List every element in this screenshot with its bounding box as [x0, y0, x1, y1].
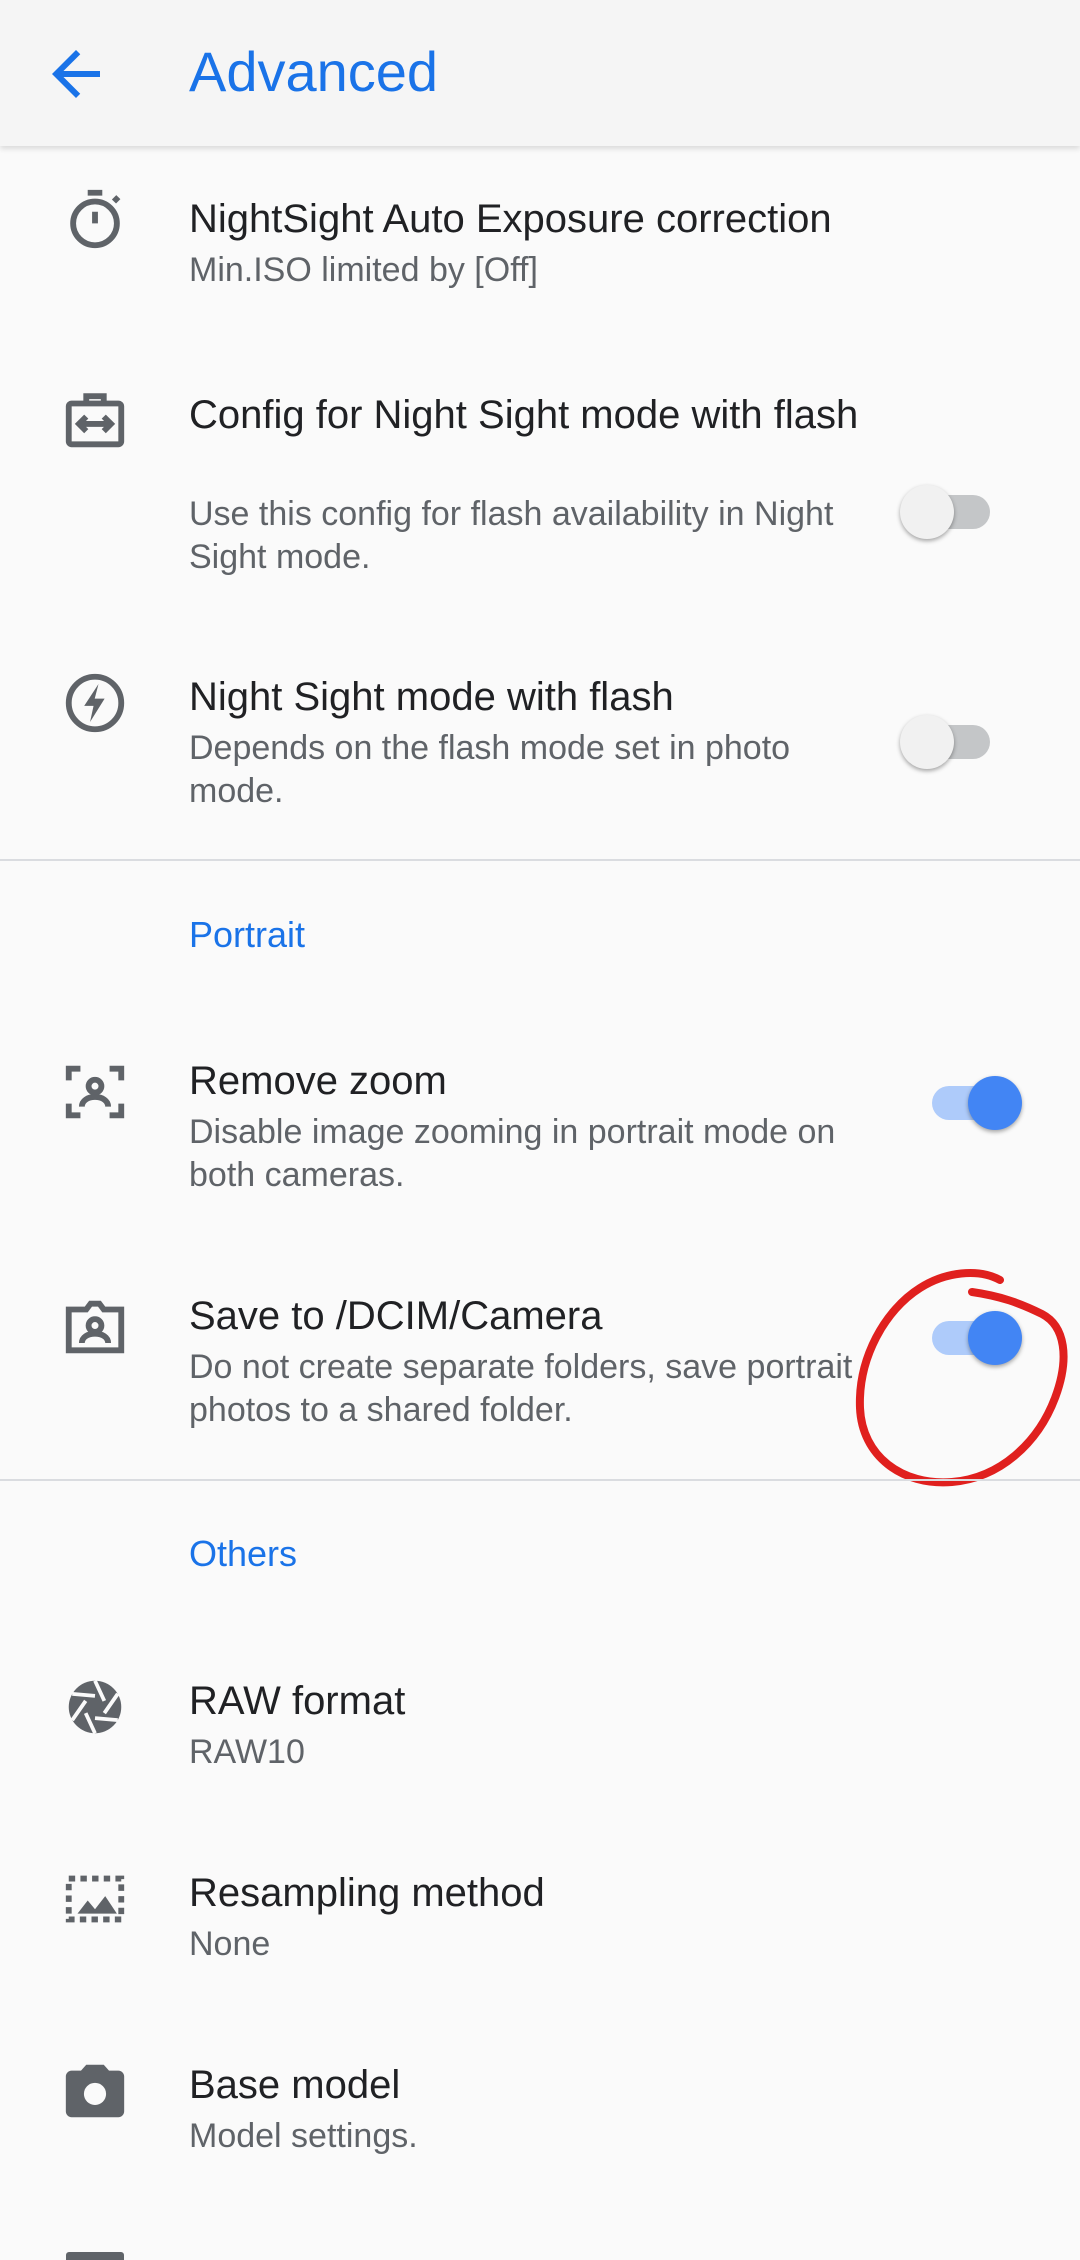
setting-title: RAW format: [189, 1679, 406, 1723]
setting-title: Config for Night Sight mode with flash: [189, 393, 859, 437]
setting-title: NightSight Auto Exposure correction: [189, 197, 832, 241]
flash-circle-icon: [60, 668, 130, 738]
remove-zoom-toggle[interactable]: [922, 1068, 1032, 1138]
setting-subtitle: Use this config for flash availability i…: [189, 495, 834, 576]
page-title: Advanced: [189, 40, 439, 103]
aperture-icon: [60, 1672, 130, 1742]
timer-icon: [60, 184, 130, 254]
portrait-folder-icon: [60, 1292, 130, 1362]
setting-night-sight-flash-config[interactable]: Config for Night Sight mode with flash U…: [0, 380, 1080, 590]
setting-subtitle: Disable image zooming in portrait mode o…: [189, 1113, 836, 1194]
flash-config-icon: [60, 386, 130, 456]
setting-subtitle: Depends on the flash mode set in photo m…: [189, 729, 791, 810]
back-arrow-icon[interactable]: [40, 38, 112, 110]
section-header-portrait: Portrait: [189, 914, 306, 955]
camera-icon: [60, 2056, 130, 2126]
setting-night-sight-ae[interactable]: NightSight Auto Exposure correction Min.…: [0, 180, 1080, 310]
section-header-others: Others: [189, 1533, 298, 1574]
face-frame-icon: [60, 1057, 130, 1127]
setting-subtitle: Min.ISO limited by [Off]: [189, 251, 538, 289]
setting-subtitle: Do not create separate folders, save por…: [189, 1348, 853, 1429]
setting-title: Resampling method: [189, 1871, 545, 1915]
setting-save-to-dcim[interactable]: Save to /DCIM/Camera Do not create separ…: [0, 1290, 1080, 1440]
setting-title: Save to /DCIM/Camera: [189, 1294, 603, 1338]
section-divider: [0, 859, 1080, 861]
setting-subtitle: None: [189, 1925, 271, 1963]
image-resample-icon: [60, 1864, 130, 1934]
setting-base-model[interactable]: Base model Model settings.: [0, 2049, 1080, 2179]
next-setting-icon: [66, 2252, 124, 2260]
app-bar: Advanced: [0, 0, 1080, 146]
setting-title: Remove zoom: [189, 1059, 447, 1103]
setting-raw-format[interactable]: RAW format RAW10: [0, 1665, 1080, 1795]
setting-resampling-method[interactable]: Resampling method None: [0, 1857, 1080, 1987]
night-sight-flash-toggle[interactable]: [900, 707, 1010, 777]
section-divider: [0, 1479, 1080, 1481]
setting-subtitle: RAW10: [189, 1733, 305, 1771]
night-sight-flash-config-toggle[interactable]: [900, 477, 1010, 547]
save-to-dcim-toggle[interactable]: [922, 1303, 1032, 1373]
setting-title: Night Sight mode with flash: [189, 675, 674, 719]
setting-remove-zoom[interactable]: Remove zoom Disable image zooming in por…: [0, 1055, 1080, 1205]
setting-title: Base model: [189, 2063, 401, 2107]
setting-night-sight-flash[interactable]: Night Sight mode with flash Depends on t…: [0, 668, 1080, 818]
setting-subtitle: Model settings.: [189, 2117, 418, 2155]
